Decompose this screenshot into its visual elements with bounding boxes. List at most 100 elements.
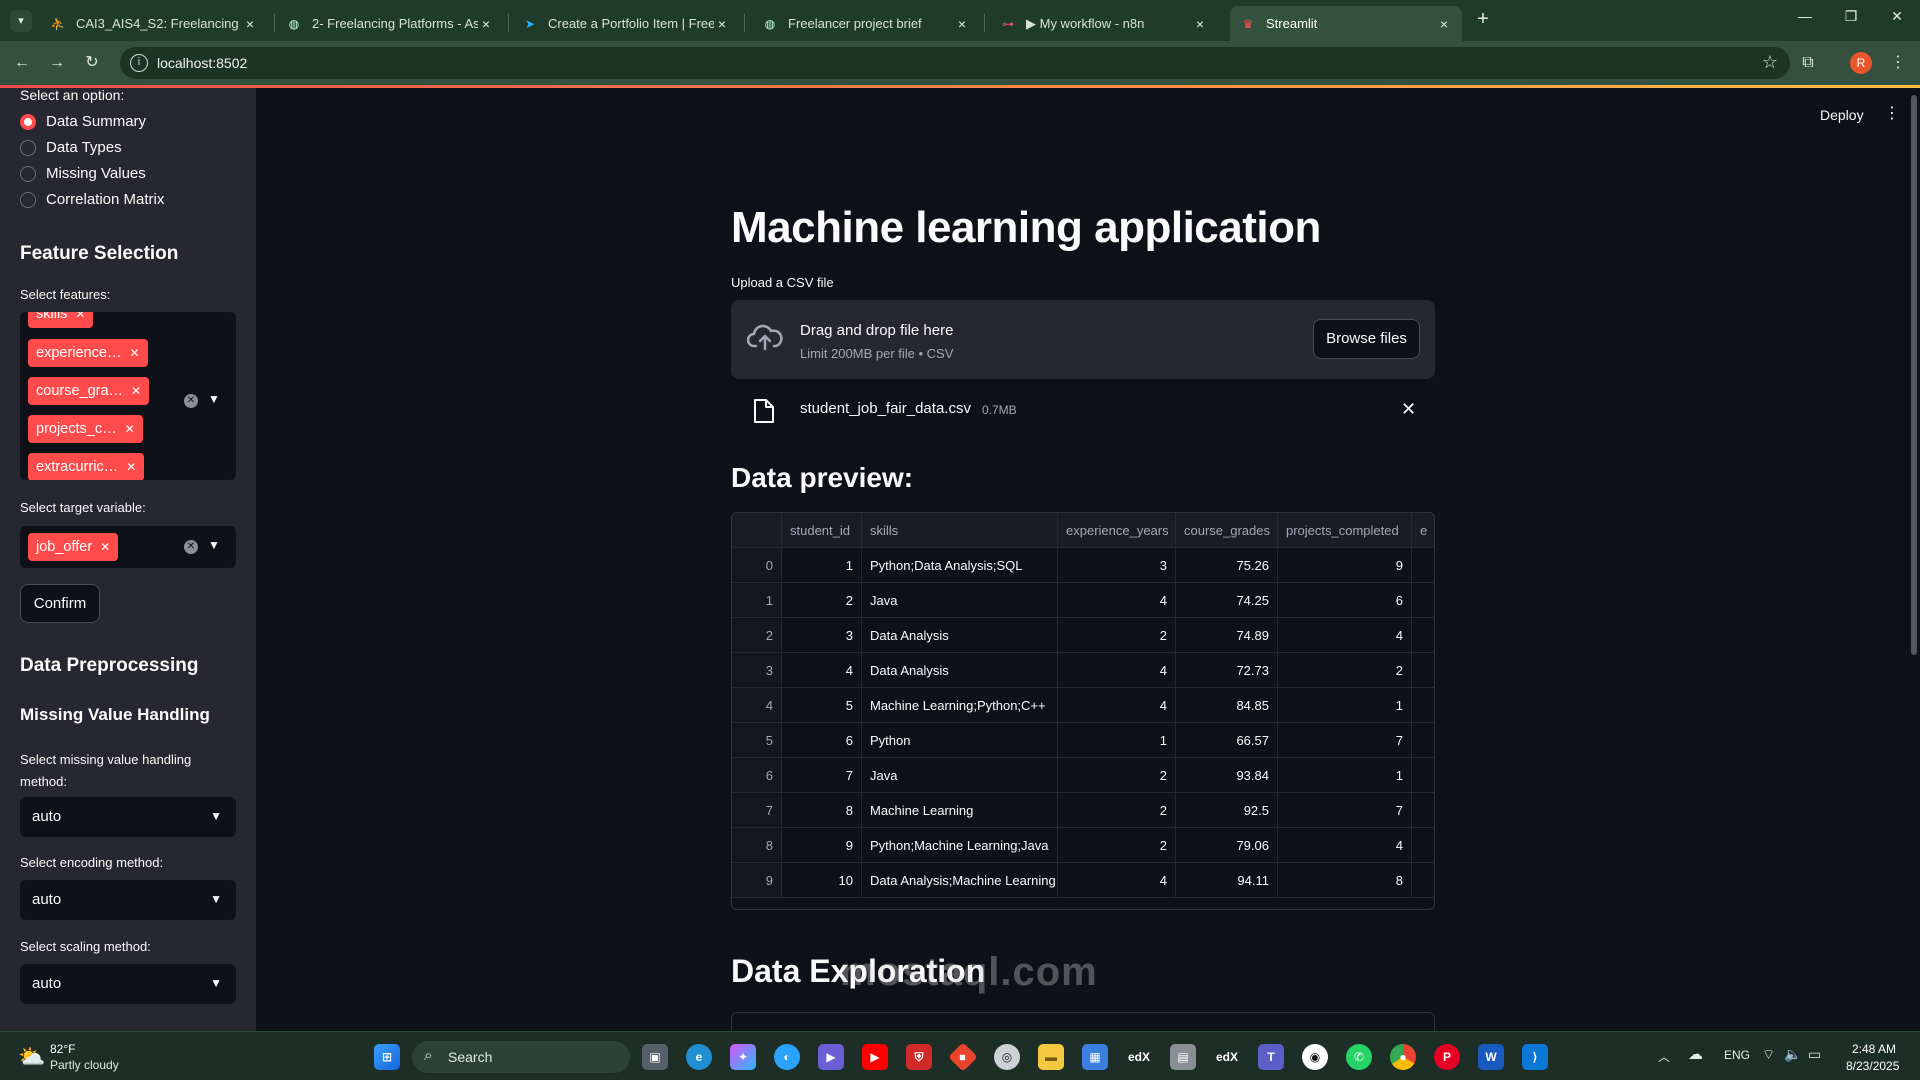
browser-tab[interactable]: ⊶ ▶ My workflow - n8n × [990, 6, 1218, 41]
back-icon[interactable]: ← [10, 51, 34, 75]
row-index-cell[interactable]: 2 [732, 618, 782, 653]
table-cell[interactable]: 74.25 [1176, 583, 1278, 618]
table-cell[interactable]: 75.26 [1176, 548, 1278, 583]
table-cell[interactable]: 4 [1058, 583, 1176, 618]
feature-chip[interactable]: skills ✕ [28, 312, 94, 328]
onedrive-icon[interactable]: ☁ [1688, 1045, 1703, 1063]
table-cell[interactable]: 1 [782, 548, 862, 583]
edx-icon[interactable]: edX [1214, 1044, 1240, 1070]
task-view-icon[interactable]: ▣ [642, 1044, 668, 1070]
row-index-cell[interactable]: 8 [732, 828, 782, 863]
table-cell[interactable]: 74.89 [1176, 618, 1278, 653]
table-cell[interactable]: 1 [1278, 758, 1412, 793]
clear-icon[interactable]: ✕ [184, 540, 198, 554]
table-cell[interactable]: 4 [1058, 863, 1176, 898]
table-cell[interactable]: 4 [1278, 828, 1412, 863]
radio-data-types[interactable]: Data Types [20, 139, 122, 156]
close-icon[interactable]: × [1192, 16, 1208, 32]
image-app-icon[interactable]: ▤ [1170, 1044, 1196, 1070]
scrollbar-thumb[interactable] [1911, 95, 1917, 655]
table-cell[interactable]: 94.11 [1176, 863, 1278, 898]
forward-icon[interactable]: → [45, 51, 69, 75]
table-cell[interactable]: 92.5 [1176, 793, 1278, 828]
table-header-cell[interactable]: experience_years [1058, 513, 1176, 548]
radio-correlation-matrix[interactable]: Correlation Matrix [20, 191, 164, 208]
tray-chevron-icon[interactable]: ︿ [1658, 1048, 1670, 1065]
address-bar[interactable]: i localhost:8502 ☆ [120, 47, 1790, 79]
table-header-cell[interactable]: projects_completed [1278, 513, 1412, 548]
remove-icon[interactable]: ✕ [75, 312, 85, 321]
table-cell[interactable]: 1 [1278, 688, 1412, 723]
table-cell[interactable]: 79.06 [1176, 828, 1278, 863]
browser-tab[interactable]: ➤ Create a Portfolio Item | Freelan × [512, 6, 740, 41]
row-index-cell[interactable]: 7 [732, 793, 782, 828]
feature-chip[interactable]: projects_c… ✕ [28, 415, 143, 443]
missing-method-select[interactable]: auto ▼ [20, 797, 236, 837]
minimize-button[interactable]: — [1782, 8, 1828, 32]
table-header-cell[interactable]: skills [862, 513, 1058, 548]
table-cell[interactable]: 2 [1058, 828, 1176, 863]
table-cell[interactable] [1412, 793, 1434, 828]
whatsapp-icon[interactable]: ✆ [1346, 1044, 1372, 1070]
table-cell[interactable]: 5 [782, 688, 862, 723]
row-index-cell[interactable]: 6 [732, 758, 782, 793]
table-cell[interactable] [1412, 583, 1434, 618]
table-cell[interactable]: 66.57 [1176, 723, 1278, 758]
confirm-button[interactable]: Confirm [20, 584, 100, 623]
table-cell[interactable]: 93.84 [1176, 758, 1278, 793]
table-cell[interactable] [1412, 618, 1434, 653]
table-cell[interactable]: Python;Machine Learning;Java [862, 828, 1058, 863]
file-explorer-icon[interactable]: ▬ [1038, 1044, 1064, 1070]
row-index-cell[interactable]: 1 [732, 583, 782, 618]
tab-search-button[interactable]: ▾ [10, 10, 32, 32]
edge-icon[interactable]: e [686, 1044, 712, 1070]
clear-icon[interactable]: ✕ [184, 394, 198, 408]
table-cell[interactable] [1412, 653, 1434, 688]
vscode-icon[interactable]: ⟩ [1522, 1044, 1548, 1070]
table-cell[interactable]: 6 [1278, 583, 1412, 618]
browser-tab-active[interactable]: ♛ Streamlit × [1230, 6, 1462, 41]
close-window-button[interactable]: ✕ [1874, 8, 1920, 32]
windows-start-icon[interactable]: ⊞ [374, 1044, 400, 1070]
table-cell[interactable]: Machine Learning;Python;C++ [862, 688, 1058, 723]
table-cell[interactable]: 8 [782, 793, 862, 828]
table-cell[interactable]: Data Analysis;Machine Learning; [862, 863, 1058, 898]
file-dropzone[interactable]: Drag and drop file here Limit 200MB per … [731, 300, 1435, 379]
data-table[interactable]: student_id skills experience_years course_g… [731, 512, 1435, 910]
table-cell[interactable]: Python [862, 723, 1058, 758]
circle-app-icon[interactable]: ◎ [994, 1044, 1020, 1070]
youtube-icon[interactable]: ▶ [862, 1044, 888, 1070]
features-multiselect[interactable]: skills ✕ experience… ✕ course_gra… ✕ projec… [20, 312, 236, 480]
chrome-icon[interactable]: ● [1390, 1044, 1416, 1070]
table-cell[interactable]: Data Analysis [862, 653, 1058, 688]
table-cell[interactable]: Java [862, 583, 1058, 618]
clock-date[interactable]: 8/23/2025 [1846, 1059, 1899, 1073]
close-icon[interactable]: × [714, 16, 730, 32]
table-header-cell[interactable]: student_id [782, 513, 862, 548]
url-text[interactable]: localhost:8502 [157, 55, 247, 71]
remove-icon[interactable]: ✕ [125, 422, 135, 436]
table-cell[interactable]: 9 [782, 828, 862, 863]
table-cell[interactable] [1412, 723, 1434, 758]
reload-icon[interactable]: ↻ [80, 51, 104, 75]
new-tab-button[interactable]: + [1472, 8, 1494, 32]
chevron-down-icon[interactable]: ▼ [208, 538, 220, 552]
encoding-method-select[interactable]: auto ▼ [20, 880, 236, 920]
diamond-icon[interactable]: ◆ [948, 1042, 978, 1072]
table-cell[interactable]: 2 [1058, 618, 1176, 653]
table-header-cell[interactable]: course_grades [1176, 513, 1278, 548]
row-index-cell[interactable]: 3 [732, 653, 782, 688]
table-cell[interactable]: 1 [1058, 723, 1176, 758]
row-index-cell[interactable]: 0 [732, 548, 782, 583]
table-cell[interactable]: Data Analysis [862, 618, 1058, 653]
remove-icon[interactable]: ✕ [131, 384, 141, 398]
store-icon[interactable]: ▦ [1082, 1044, 1108, 1070]
main-menu-icon[interactable]: ⋮ [1884, 103, 1900, 123]
browser-tab[interactable]: ◍ Freelancer project brief × [752, 6, 980, 41]
scaling-method-select[interactable]: auto ▼ [20, 964, 236, 1004]
table-cell[interactable]: 3 [782, 618, 862, 653]
feature-chip[interactable]: experience… ✕ [28, 339, 148, 367]
remove-file-icon[interactable]: ✕ [1401, 399, 1416, 420]
remove-icon[interactable]: ✕ [126, 460, 136, 474]
table-cell[interactable]: 9 [1278, 548, 1412, 583]
